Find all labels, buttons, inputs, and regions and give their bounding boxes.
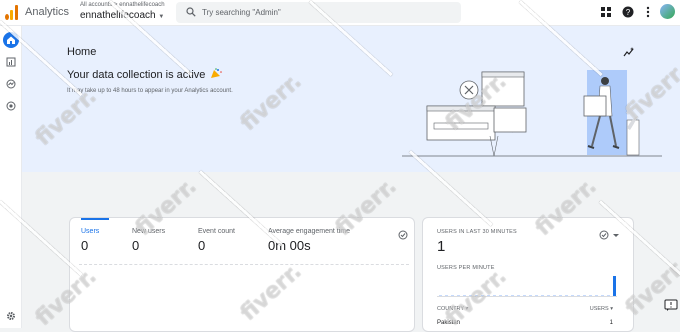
- users-per-minute-bar: [529, 295, 532, 296]
- chart-gridline: [79, 264, 409, 265]
- page-title: Home: [67, 46, 97, 58]
- check-circle-icon[interactable]: [398, 230, 408, 240]
- users-per-minute-bar: [499, 295, 502, 296]
- users-per-minute-label: USERS PER MINUTE: [437, 265, 495, 271]
- breadcrumb-separator: >: [114, 2, 118, 8]
- hero-heading: Your data collection is active: [67, 68, 223, 81]
- help-icon[interactable]: ?: [622, 6, 634, 18]
- share-insights-icon[interactable]: [623, 46, 635, 58]
- users-per-minute-bar: [523, 295, 526, 296]
- users-per-minute-bar: [505, 295, 508, 296]
- users-per-minute-bar: [583, 295, 586, 296]
- realtime-users-value: 1: [437, 238, 446, 255]
- users-per-minute-bar: [457, 295, 460, 296]
- overview-metrics-card: Users 0 New users 0 Event count 0 Averag…: [69, 217, 415, 332]
- analytics-logo[interactable]: [5, 5, 19, 20]
- breadcrumb-account[interactable]: ennathelifecoach: [119, 2, 164, 8]
- more-vert-icon[interactable]: [642, 6, 654, 18]
- row-users: 1: [609, 320, 613, 326]
- users-per-minute-bar: [565, 295, 568, 296]
- users-per-minute-bar: [547, 295, 550, 296]
- nav-explore[interactable]: [3, 76, 19, 92]
- metric-tab-users[interactable]: Users 0: [81, 218, 131, 280]
- metric-label: Event count: [198, 228, 235, 235]
- breadcrumb-root[interactable]: All accounts: [80, 2, 112, 8]
- top-bar: Analytics All accounts > ennathelifecoac…: [0, 0, 680, 26]
- apps-grid-icon[interactable]: [600, 6, 612, 18]
- nav-home[interactable]: [3, 32, 19, 48]
- users-per-minute-bar: [559, 295, 562, 296]
- users-per-minute-bar: [535, 295, 538, 296]
- table-row[interactable]: Pakistan 1: [437, 320, 625, 326]
- metric-value: 0: [132, 238, 140, 253]
- users-per-minute-bar: [445, 295, 448, 296]
- feedback-icon[interactable]: [664, 298, 678, 312]
- users-per-minute-bar: [481, 295, 484, 296]
- metric-label: Average engagement time: [268, 228, 350, 235]
- row-country: Pakistan: [437, 320, 461, 326]
- users-per-minute-bar: [553, 295, 556, 296]
- caret-down-icon: ▾: [465, 306, 469, 312]
- users-per-minute-bar: [607, 295, 610, 296]
- nav-admin[interactable]: [3, 308, 19, 324]
- search-bar[interactable]: [176, 2, 461, 23]
- svg-text:?: ?: [626, 8, 631, 17]
- metric-tab-new-users[interactable]: New users 0: [132, 218, 192, 280]
- nav-advertising[interactable]: [3, 98, 19, 114]
- home-hero-banner: Home Your data collection is active It m…: [22, 26, 680, 172]
- account-name: ennathelifecoach: [80, 10, 156, 21]
- users-per-minute-bar: [475, 295, 478, 296]
- users-per-minute-bar: [511, 295, 514, 296]
- users-per-minute-bar: [451, 295, 454, 296]
- party-popper-icon: [211, 68, 223, 78]
- metric-value: 0m 00s: [268, 238, 311, 253]
- hero-illustration: [402, 70, 662, 157]
- metric-label: New users: [132, 228, 166, 235]
- gear-icon: [7, 312, 15, 320]
- users-per-minute-bar: [487, 295, 490, 296]
- metric-tab-avg-engagement[interactable]: Average engagement time 0m 00s: [268, 218, 368, 280]
- users-per-minute-bar: [601, 295, 604, 296]
- users-per-minute-bar: [493, 295, 496, 296]
- users-per-minute-bar: [463, 295, 466, 296]
- reports-icon: [6, 57, 16, 67]
- caret-down-icon: ▼: [158, 14, 165, 20]
- users-per-minute-bar: [541, 295, 544, 296]
- column-header-users[interactable]: USERS ▾: [590, 306, 613, 312]
- breadcrumb[interactable]: All accounts > ennathelifecoach: [80, 2, 165, 8]
- search-input[interactable]: [202, 5, 452, 20]
- app-name: Analytics: [25, 6, 70, 18]
- metric-tab-event-count[interactable]: Event count 0: [198, 218, 258, 280]
- realtime-table-header: COUNTRY ▾ USERS ▾: [437, 306, 625, 312]
- caret-down-icon: ▾: [610, 306, 613, 312]
- metric-label: Users: [81, 228, 100, 235]
- metric-value: 0: [198, 238, 206, 253]
- hero-subtitle: It may take up to 48 hours to appear in …: [67, 88, 233, 94]
- metric-value: 0: [81, 238, 89, 253]
- realtime-users-label: USERS IN LAST 30 MINUTES: [437, 229, 517, 235]
- users-per-minute-bar: [595, 295, 598, 296]
- account-selector[interactable]: ennathelifecoach ▼: [80, 10, 164, 21]
- users-per-minute-chart: [437, 275, 617, 297]
- column-header-country[interactable]: COUNTRY ▾: [437, 306, 468, 312]
- realtime-status-dropdown[interactable]: [599, 230, 623, 240]
- users-per-minute-bar: [577, 295, 580, 296]
- explore-icon: [6, 79, 16, 89]
- users-per-minute-bar: [571, 295, 574, 296]
- advertising-icon: [6, 101, 16, 111]
- users-per-minute-bar: [589, 295, 592, 296]
- users-per-minute-bar: [439, 295, 442, 296]
- search-icon: [186, 7, 196, 17]
- home-icon: [7, 36, 15, 44]
- users-per-minute-bar: [517, 295, 520, 296]
- nav-reports[interactable]: [3, 54, 19, 70]
- avatar[interactable]: [660, 4, 675, 19]
- users-per-minute-bar: [469, 295, 472, 296]
- users-per-minute-bar: [613, 276, 616, 296]
- left-nav-rail: [0, 26, 22, 328]
